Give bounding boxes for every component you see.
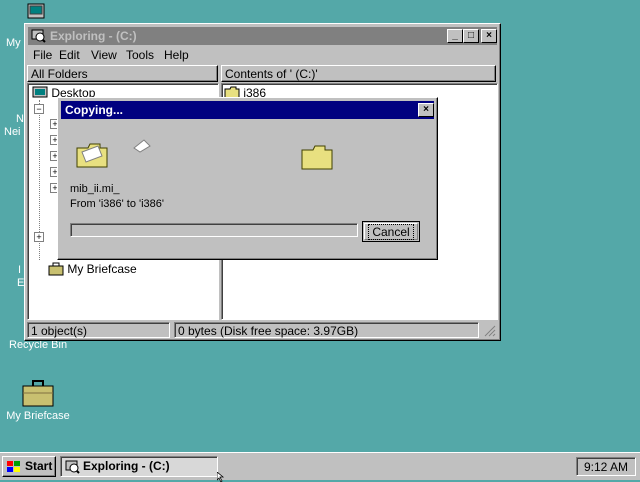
desktop-icon-label: My Briefcase [6, 410, 70, 422]
taskbar: Start Exploring - (C:) 9:12 AM [0, 452, 640, 480]
close-icon: × [486, 30, 492, 41]
mouse-cursor-icon [217, 472, 225, 482]
copying-from-to: From 'i386' to 'i386' [70, 198, 164, 210]
desktop-icon-my-briefcase[interactable]: My Briefcase [6, 380, 70, 422]
desktop-icon-my-computer[interactable]: My [6, 37, 21, 49]
copy-progress-bar [70, 223, 358, 237]
briefcase-icon [48, 262, 64, 276]
status-space-text: 0 bytes (Disk free space: 3.97GB) [178, 324, 359, 338]
taskbar-item-label: Exploring - (C:) [83, 459, 170, 473]
tree-item-my-briefcase[interactable]: My Briefcase [48, 262, 137, 276]
taskbar-item-exploring[interactable]: Exploring - (C:) [60, 456, 218, 477]
clock: 9:12 AM [583, 460, 629, 474]
copying-title: Copying... [65, 103, 123, 117]
dialog-close-button[interactable]: × [418, 103, 434, 117]
contents-label: Contents of ' (C:)' [225, 67, 318, 81]
menu-help[interactable]: Help [164, 48, 189, 62]
all-folders-header: All Folders [27, 65, 218, 82]
copying-filename: mib_ii.mi_ [70, 183, 120, 195]
menu-file[interactable]: File [33, 48, 52, 62]
desktop-icon-inbox[interactable]: I [18, 264, 21, 276]
source-folder-icon [76, 143, 108, 168]
windows-logo-icon [7, 461, 20, 472]
minimize-icon: _ [452, 30, 458, 41]
copying-dialog[interactable]: Copying... × mib_ii.mi_ From 'i386' to '… [57, 97, 438, 260]
explorer-title: Exploring - (C:) [50, 29, 137, 43]
destination-folder-icon [301, 145, 333, 170]
start-label: Start [25, 459, 53, 473]
cancel-button-bevel: Cancel [364, 223, 418, 240]
desktop-icon-network[interactable]: N [16, 113, 24, 125]
status-disk-space: 0 bytes (Disk free space: 3.97GB) [174, 322, 479, 338]
menu-bar: File Edit View Tools Help [28, 46, 497, 64]
tree-item-label: My Briefcase [67, 262, 137, 276]
tree-expander[interactable]: + [34, 232, 44, 242]
desktop-icon-label: I [18, 264, 22, 276]
explorer-title-bar[interactable]: Exploring - (C:) _ □ × [28, 27, 497, 45]
briefcase-icon [22, 380, 54, 407]
cancel-label: Cancel [368, 224, 414, 240]
tree-expander[interactable]: − [34, 104, 44, 114]
flying-document-icon [133, 139, 151, 153]
maximize-icon: □ [467, 30, 475, 41]
cancel-button[interactable]: Cancel [362, 221, 420, 242]
contents-header: Contents of ' (C:)' [221, 65, 496, 82]
maximize-button[interactable]: □ [463, 29, 479, 43]
copying-title-bar[interactable]: Copying... × [61, 101, 434, 119]
minimize-button[interactable]: _ [447, 29, 463, 43]
menu-view[interactable]: View [91, 48, 117, 62]
computer-icon [27, 3, 45, 19]
resize-grip-icon[interactable] [484, 325, 496, 337]
status-objects: 1 object(s) [27, 322, 170, 338]
desktop-icon-label: Nei [4, 126, 21, 138]
desktop-icon [32, 86, 48, 98]
close-icon: × [423, 104, 429, 115]
desktop-icon-label: My [6, 37, 21, 49]
all-folders-label: All Folders [31, 67, 88, 81]
desktop-icon-label: N [16, 113, 24, 125]
start-button[interactable]: Start [2, 456, 56, 477]
menu-edit[interactable]: Edit [59, 48, 80, 62]
system-tray-clock[interactable]: 9:12 AM [576, 457, 636, 476]
close-button[interactable]: × [481, 29, 497, 43]
explorer-app-icon [65, 460, 80, 474]
status-objects-text: 1 object(s) [31, 324, 88, 338]
menu-tools[interactable]: Tools [126, 48, 154, 62]
desktop-icon-top[interactable] [27, 3, 45, 24]
desktop-icon-network-neighborhood[interactable]: Nei [4, 126, 21, 138]
explorer-app-icon [31, 29, 46, 43]
